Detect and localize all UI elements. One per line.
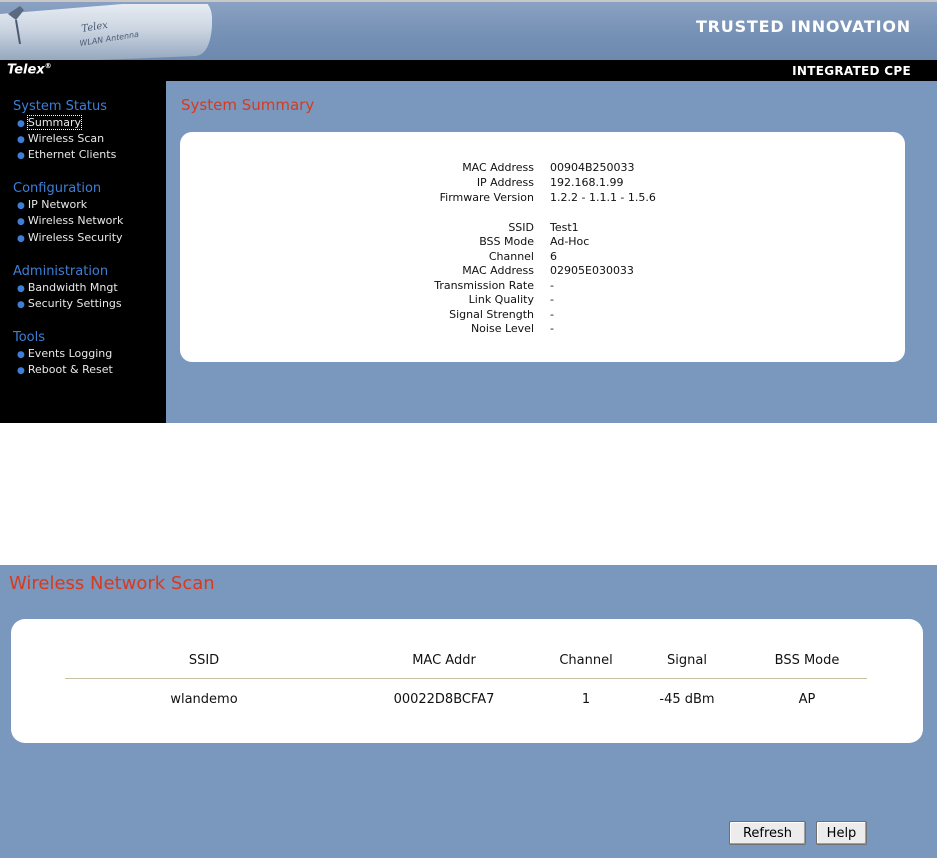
top-banner: Telex WLAN Antenna TRUSTED INNOVATION: [0, 0, 937, 62]
nav-item-reboot-reset[interactable]: ● Reboot & Reset: [17, 363, 113, 376]
column-header-mac-addr: MAC Addr: [412, 653, 476, 668]
nav-heading-administration: Administration: [13, 264, 109, 279]
column-header-channel: Channel: [559, 653, 613, 668]
column-header-bss-mode: BSS Mode: [774, 653, 840, 668]
info-row-mac-address: MAC Address 00904B250033: [462, 161, 635, 174]
nav-heading-tools: Tools: [13, 330, 46, 345]
info-row-channel: Channel 6: [488, 250, 557, 263]
refresh-button[interactable]: Refresh: [729, 821, 806, 845]
help-button[interactable]: Help: [816, 821, 867, 845]
brand-bar: Telex® INTEGRATED CPE: [0, 60, 937, 81]
info-row-link-quality: Link Quality -: [468, 293, 554, 306]
bullet-icon: ●: [17, 151, 25, 161]
nav-item-events-logging[interactable]: ● Events Logging: [17, 347, 112, 360]
info-row-ip-address: IP Address 192.168.1.99: [476, 176, 624, 189]
page-title: System Summary: [181, 96, 315, 114]
column-header-ssid: SSID: [188, 653, 220, 668]
brand-mark: ®: [44, 62, 52, 70]
info-row-ssid: SSID Test1: [508, 221, 579, 234]
bullet-icon: ●: [17, 119, 25, 129]
nav-item-wireless-network[interactable]: ● Wireless Network: [17, 214, 123, 227]
info-row-bss-mode: BSS Mode Ad-Hoc: [479, 235, 590, 248]
brand-logo: Telex®: [7, 62, 52, 77]
bullet-icon: ●: [17, 234, 25, 244]
sidebar: System Status ● Summary ● Wireless Scan ● E…: [0, 81, 166, 423]
cell-ssid: wlandemo: [170, 692, 238, 707]
cell-mac-addr: 00022D8BCFA7: [393, 692, 495, 707]
nav-item-ethernet-clients[interactable]: ● Ethernet Clients: [17, 148, 116, 161]
info-row-transmission-rate: Transmission Rate -: [434, 279, 554, 292]
cell-bss-mode: AP: [798, 692, 816, 707]
cell-channel: 1: [581, 692, 591, 707]
nav-heading-system-status: System Status: [13, 99, 108, 114]
nav-item-ip-network[interactable]: ● IP Network: [17, 198, 87, 211]
nav-item-summary[interactable]: ● Summary: [17, 115, 83, 130]
info-row-noise-level: Noise Level -: [470, 322, 554, 335]
cell-signal: -45 dBm: [659, 692, 715, 707]
bullet-icon: ●: [17, 366, 25, 376]
summary-content: System Summary MAC Address 00904B250033 I…: [166, 81, 937, 423]
system-summary-screenshot: Telex WLAN Antenna TRUSTED INNOVATION Te…: [0, 0, 937, 423]
bullet-icon: ●: [17, 300, 25, 310]
antenna-logo-icon: Telex WLAN Antenna: [0, 4, 212, 62]
scan-page-title: Wireless Network Scan: [9, 573, 215, 594]
nav-item-wireless-security[interactable]: ● Wireless Security: [17, 231, 123, 244]
scan-results-panel: SSID MAC Addr Channel Signal BSS Mode wl…: [11, 619, 923, 743]
tagline: TRUSTED INNOVATION: [695, 17, 911, 36]
column-header-signal: Signal: [667, 653, 707, 668]
info-row-mac-address-2: MAC Address 02905E030033: [462, 264, 634, 277]
nav-item-security-settings[interactable]: ● Security Settings: [17, 297, 122, 310]
bullet-icon: ●: [17, 217, 25, 227]
bullet-icon: ●: [17, 284, 25, 294]
table-divider: [65, 678, 867, 679]
summary-panel: MAC Address 00904B250033 IP Address 192.16…: [180, 132, 905, 362]
brand-name: Telex: [7, 62, 45, 78]
wireless-scan-screenshot: Wireless Network Scan SSID MAC Addr Chan…: [0, 565, 937, 858]
nav-item-bandwidth-mngt[interactable]: ● Bandwidth Mngt: [17, 281, 118, 294]
bullet-icon: ●: [17, 201, 25, 211]
nav-item-wireless-scan[interactable]: ● Wireless Scan: [17, 132, 104, 145]
bullet-icon: ●: [17, 135, 25, 145]
info-row-firmware-version: Firmware Version 1.2.2 - 1.1.1 - 1.5.6: [439, 191, 656, 204]
product-name: INTEGRATED CPE: [792, 64, 911, 78]
info-row-signal-strength: Signal Strength -: [449, 308, 554, 321]
bullet-icon: ●: [17, 350, 25, 360]
nav-heading-configuration: Configuration: [13, 181, 102, 196]
